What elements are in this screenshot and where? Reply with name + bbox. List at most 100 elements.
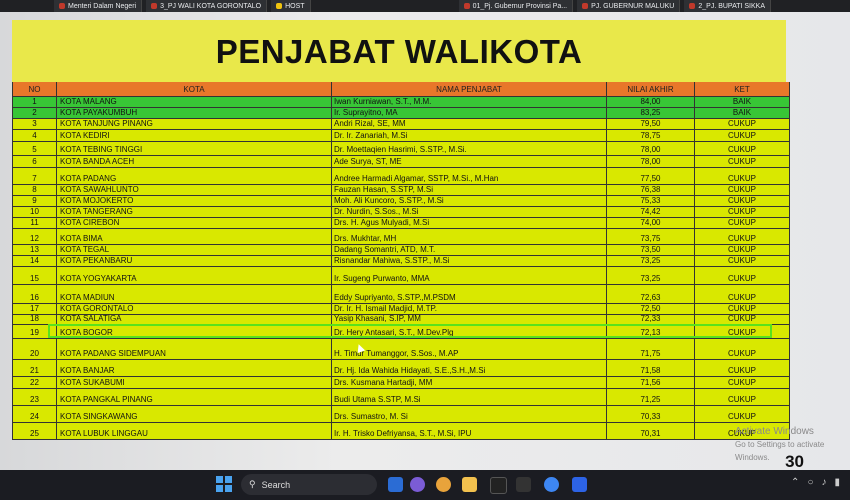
row-ket: CUKUP bbox=[695, 245, 790, 256]
row-kota: KOTA GORONTALO bbox=[57, 304, 332, 315]
row-nilai: 72,50 bbox=[607, 304, 695, 315]
row-kota: KOTA SINGKAWANG bbox=[57, 406, 332, 423]
row-no: 10 bbox=[12, 207, 57, 218]
row-no: 22 bbox=[12, 377, 57, 389]
row-nilai: 73,25 bbox=[607, 267, 695, 285]
browser-tab[interactable]: 3_PJ WALI KOTA GORONTALO bbox=[146, 0, 268, 12]
results-table: NO KOTA NAMA PENJABAT NILAI AKHIR KET 1K… bbox=[12, 82, 790, 440]
row-nama: Dr. Moettaqien Hasrimi, S.STP., M.Si. bbox=[332, 142, 607, 156]
table-row: 15 KOTA YOGYAKARTA Ir. Sugeng Purwanto, MM… bbox=[12, 267, 790, 285]
row-ket: CUKUP bbox=[695, 377, 790, 389]
col-header-kota: KOTA bbox=[57, 82, 332, 97]
chrome-icon[interactable] bbox=[436, 477, 451, 492]
row-kota: KOTA YOGYAKARTA bbox=[57, 267, 332, 285]
row-no: 13 bbox=[12, 245, 57, 256]
row-no: 3 bbox=[12, 119, 57, 130]
row-no: 2 bbox=[12, 108, 57, 119]
row-no: 18 bbox=[12, 315, 57, 325]
chevron-up-icon[interactable]: ⌃ bbox=[791, 477, 799, 488]
row-ket: CUKUP bbox=[695, 360, 790, 377]
row-nama: Dr. Ir. H. Ismail Madjid, M.TP. bbox=[332, 304, 607, 315]
table-row: 20 KOTA PADANG SIDEMPUAN H. Timur Tumanggo… bbox=[12, 339, 790, 360]
row-nilai: 76,38 bbox=[607, 185, 695, 196]
row-kota: KOTA BANJAR bbox=[57, 360, 332, 377]
row-kota: KOTA PANGKAL PINANG bbox=[57, 389, 332, 406]
row-nilai: 84,00 bbox=[607, 97, 695, 108]
row-ket: BAIK bbox=[695, 97, 790, 108]
row-nama: Drs. Mukhtar, MH bbox=[332, 229, 607, 245]
row-ket: CUKUP bbox=[695, 389, 790, 406]
row-no: 23 bbox=[12, 389, 57, 406]
table-row: 5 KOTA TEBING TINGGI Dr. Moettaqien Hasrim… bbox=[12, 142, 790, 156]
row-no: 16 bbox=[12, 285, 57, 304]
table-row: 7 KOTA PADANG Andree Harmadi Algamar, SSTP… bbox=[12, 168, 790, 185]
table-row: 9 KOTA MOJOKERTO Moh. Ali Kuncoro, S.STP.,… bbox=[12, 196, 790, 207]
row-nilai: 73,50 bbox=[607, 245, 695, 256]
table-row: 18 KOTA SALATIGA Yasip Khasani, S.IP, MM 72… bbox=[12, 315, 790, 325]
tab-label: PJ. GUBERNUR MALUKU bbox=[591, 2, 675, 10]
table-row: 23 KOTA PANGKAL PINANG Budi Utama S.STP, M… bbox=[12, 389, 790, 406]
row-nilai: 75,33 bbox=[607, 196, 695, 207]
row-nama: Ir. H. Trisko Defriyansa, S.T., M.Si, IP… bbox=[332, 423, 607, 440]
row-kota: KOTA PADANG SIDEMPUAN bbox=[57, 339, 332, 360]
row-no: 17 bbox=[12, 304, 57, 315]
capcut-icon[interactable] bbox=[516, 477, 531, 492]
row-ket: CUKUP bbox=[695, 285, 790, 304]
row-nama: Risnandar Mahiwa, S.STP., M.Si bbox=[332, 256, 607, 267]
row-nama: Budi Utama S.STP, M.Si bbox=[332, 389, 607, 406]
row-nilai: 71,58 bbox=[607, 360, 695, 377]
tab-label: Menteri Dalam Negeri bbox=[68, 2, 137, 10]
row-nilai: 71,75 bbox=[607, 339, 695, 360]
browser-tab[interactable]: HOST bbox=[271, 0, 311, 12]
row-nilai: 72,13 bbox=[607, 325, 695, 339]
tab-favicon-icon bbox=[463, 3, 470, 9]
volume-icon[interactable]: ♪ bbox=[821, 477, 826, 488]
row-nilai: 72,33 bbox=[607, 315, 695, 325]
table-row: 13 KOTA TEGAL Dadang Somantri, ATD, M.T. 73… bbox=[12, 245, 790, 256]
row-nama: Dr. Hj. Ida Wahida Hidayati, S.E.,S.H.,M… bbox=[332, 360, 607, 377]
tab-favicon-icon bbox=[151, 3, 158, 9]
row-kota: KOTA PADANG bbox=[57, 168, 332, 185]
battery-icon[interactable]: ▮ bbox=[834, 477, 840, 488]
tab-label: 01_Pj. Gubernur Provinsi Pa... bbox=[472, 2, 568, 10]
row-kota: KOTA TEBING TINGGI bbox=[57, 142, 332, 156]
row-no: 1 bbox=[12, 97, 57, 108]
row-no: 9 bbox=[12, 196, 57, 207]
row-nama: Andri Rizal, SE, MM bbox=[332, 119, 607, 130]
wifi-icon[interactable]: ○ bbox=[807, 477, 813, 488]
task-view-icon[interactable] bbox=[388, 477, 403, 492]
slide-title: PENJABAT WALIKOTA bbox=[215, 33, 583, 70]
file-explorer-icon[interactable] bbox=[462, 477, 477, 492]
browser-tab[interactable]: PJ. GUBERNUR MALUKU bbox=[577, 0, 681, 12]
table-row: 10 KOTA TANGERANG Dr. Nurdin, S.Sos., M.Si… bbox=[12, 207, 790, 218]
row-no: 14 bbox=[12, 256, 57, 267]
browser-tab[interactable]: 01_Pj. Gubernur Provinsi Pa... bbox=[458, 0, 574, 12]
table-row: 11 KOTA CIREBON Drs. H. Agus Mulyadi, M.Si… bbox=[12, 218, 790, 229]
zoom-icon[interactable] bbox=[572, 477, 587, 492]
tab-label: 2_PJ. BUPATI SIKKA bbox=[698, 2, 766, 10]
row-nama: Dr. Hery Antasari, S.T., M.Dev.Plg bbox=[332, 325, 607, 339]
browser-tab[interactable]: 2_PJ. BUPATI SIKKA bbox=[684, 0, 772, 12]
row-nama: Dr. Nurdin, S.Sos., M.Si bbox=[332, 207, 607, 218]
row-kota: KOTA TANGERANG bbox=[57, 207, 332, 218]
row-kota: KOTA TANJUNG PINANG bbox=[57, 119, 332, 130]
col-header-nama: NAMA PENJABAT bbox=[332, 82, 607, 97]
row-nama: Drs. H. Agus Mulyadi, M.Si bbox=[332, 218, 607, 229]
table-row: 1 KOTA MALANG Iwan Kurniawan, S.T., M.M. 84… bbox=[12, 97, 790, 108]
row-nama: Ade Surya, ST, ME bbox=[332, 156, 607, 168]
chrome-alt-icon[interactable] bbox=[544, 477, 559, 492]
windows-start-icon[interactable] bbox=[216, 476, 232, 492]
row-ket: CUKUP bbox=[695, 325, 790, 339]
row-ket: CUKUP bbox=[695, 406, 790, 423]
taskbar-search-box[interactable]: ⚲ Search bbox=[241, 474, 377, 495]
row-kota: KOTA KEDIRI bbox=[57, 130, 332, 142]
row-ket: CUKUP bbox=[695, 229, 790, 245]
copilot-icon[interactable] bbox=[410, 477, 425, 492]
windows-taskbar: ⚲ Search ⌃ ○ ♪ ▮ bbox=[0, 470, 850, 500]
row-nama: Dadang Somantri, ATD, M.T. bbox=[332, 245, 607, 256]
table-body: 1 KOTA MALANG Iwan Kurniawan, S.T., M.M. 84… bbox=[12, 97, 790, 440]
browser-tab[interactable]: Menteri Dalam Negeri bbox=[54, 0, 143, 12]
row-no: 4 bbox=[12, 130, 57, 142]
tiktok-icon[interactable] bbox=[490, 477, 507, 494]
table-row: 12 KOTA BIMA Drs. Mukhtar, MH 73,75 CUKUP bbox=[12, 229, 790, 245]
